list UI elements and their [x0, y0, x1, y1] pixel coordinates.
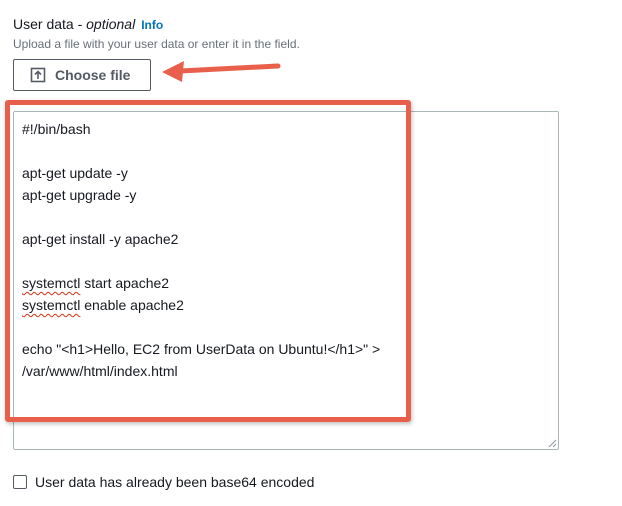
field-description: Upload a file with your user data or ent…	[13, 37, 300, 51]
upload-icon	[30, 67, 46, 83]
resize-handle-icon[interactable]	[547, 438, 557, 448]
annotation-arrow	[162, 61, 281, 82]
info-link[interactable]: Info	[141, 18, 163, 32]
user-data-content: #!/bin/bash apt-get update -y apt-get up…	[22, 118, 402, 382]
base64-checkbox-label: User data has already been base64 encode…	[35, 474, 315, 490]
code-line: #!/bin/bash	[22, 121, 91, 137]
code-line-rest: enable apache2	[80, 297, 184, 313]
code-line: echo "<h1>Hello, EC2 from UserData on Ub…	[22, 341, 381, 379]
code-line: apt-get update -y	[22, 165, 128, 181]
base64-checkbox[interactable]	[13, 475, 27, 489]
spellcheck-word: systemctl	[22, 275, 81, 291]
base64-checkbox-row[interactable]: User data has already been base64 encode…	[13, 472, 314, 492]
spellcheck-word: systemctl	[22, 297, 81, 313]
user-data-section: User data - optional Info Upload a file w…	[0, 0, 622, 506]
code-line-rest: start apache2	[80, 275, 170, 291]
choose-file-label: Choose file	[55, 67, 131, 83]
choose-file-button[interactable]: Choose file	[13, 59, 151, 91]
field-label-optional: optional	[86, 16, 136, 32]
field-label-text: User data -	[13, 16, 87, 32]
field-label: User data - optional Info	[13, 14, 163, 35]
code-line: apt-get install -y apache2	[22, 231, 179, 247]
code-line-systemctl-start: systemctl start apache2	[22, 272, 402, 294]
code-line-systemctl-enable: systemctl enable apache2	[22, 294, 402, 316]
code-line: apt-get upgrade -y	[22, 187, 137, 203]
